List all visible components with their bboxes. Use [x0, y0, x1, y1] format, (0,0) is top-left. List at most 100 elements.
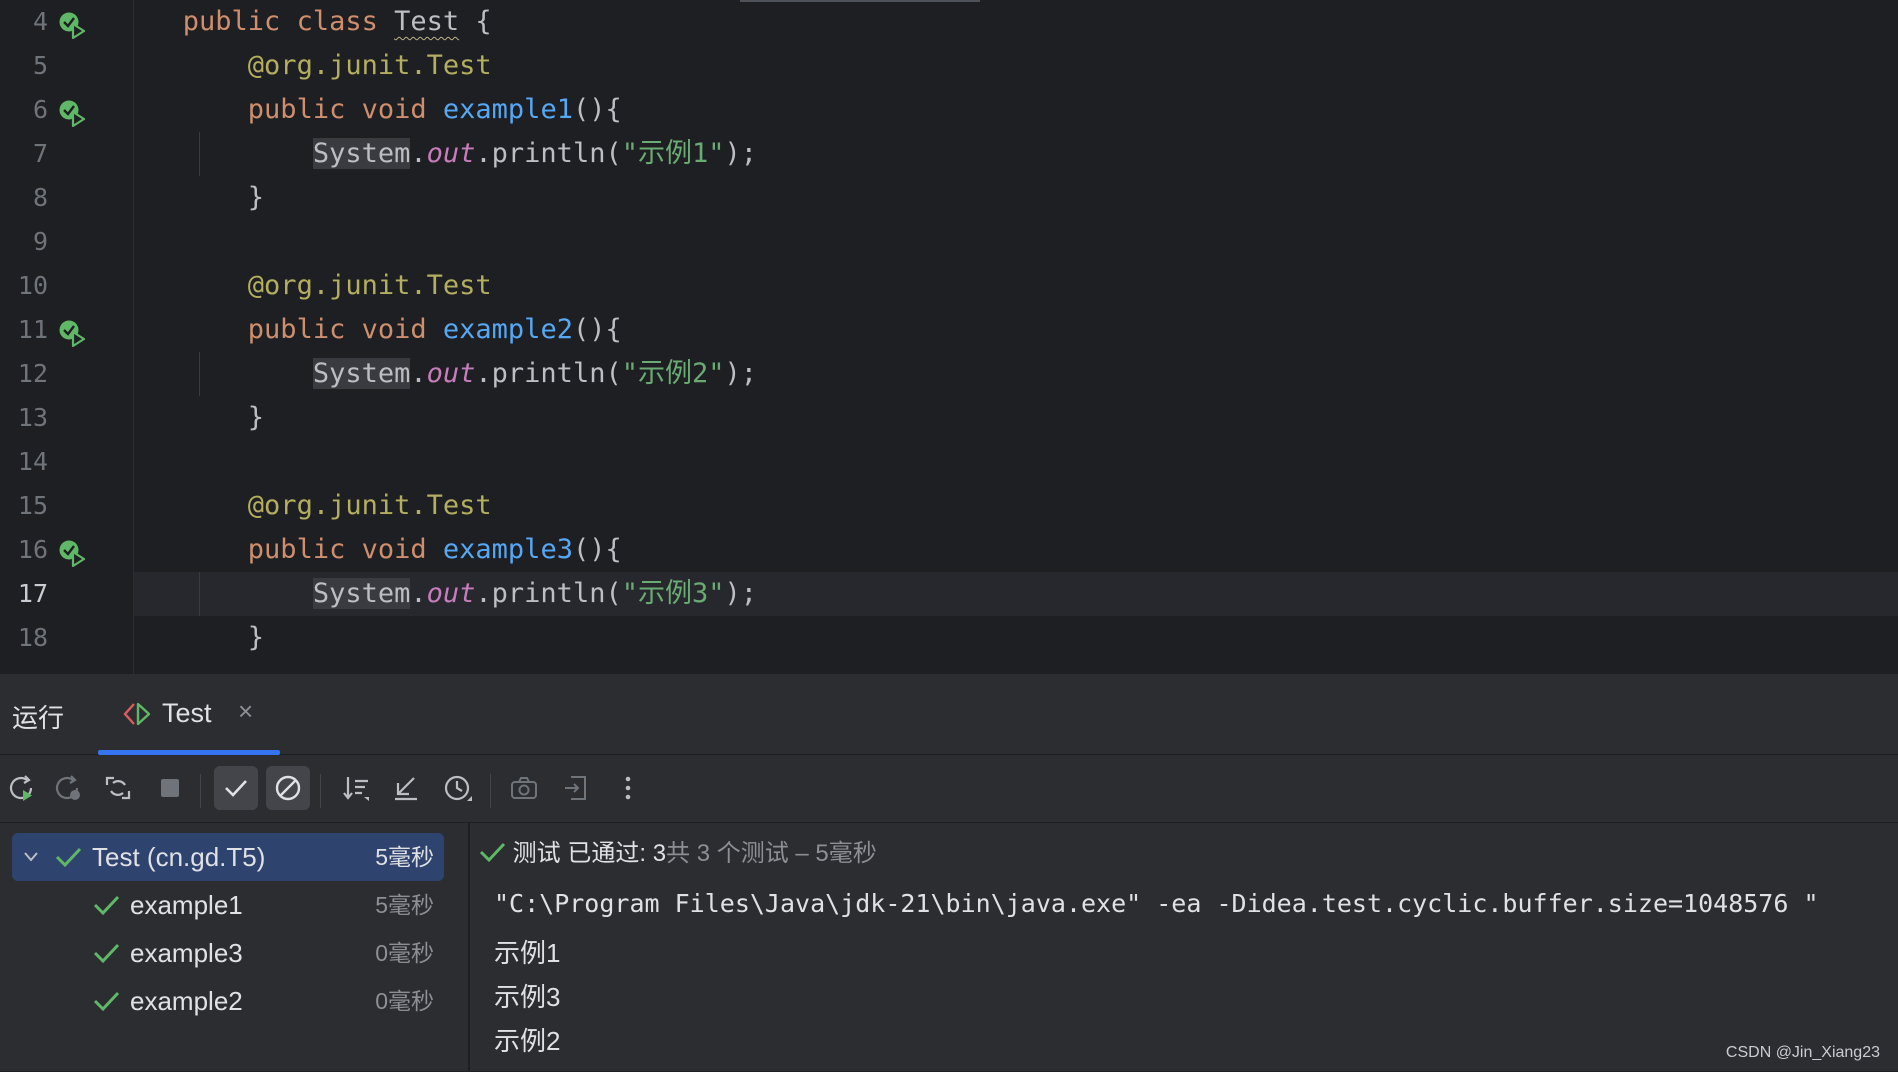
annotation-prefix: @org.junit. [247, 490, 427, 521]
run-test-gutter-icon[interactable] [58, 9, 88, 40]
class-name[interactable]: Test [394, 6, 459, 37]
test-duration: 0毫秒 [375, 940, 434, 966]
code-line-8[interactable]: } [134, 176, 1898, 220]
code-line-10[interactable]: @org.junit.Test [134, 264, 1898, 308]
show-ignored-icon[interactable] [266, 766, 310, 810]
tab-test[interactable]: Test × [98, 674, 280, 755]
code-line-7[interactable]: System.out.println("示例1"); [134, 132, 1898, 176]
test-tree-root[interactable]: Test (cn.gd.T5) 5毫秒 [12, 833, 444, 881]
code-pad [134, 490, 248, 521]
code-pad [134, 314, 248, 345]
code-pad [134, 182, 248, 213]
toggle-auto-test-icon[interactable] [96, 766, 140, 810]
line-number: 12 [17, 359, 48, 388]
code-line-9[interactable] [134, 220, 1898, 264]
show-passed-icon[interactable] [214, 766, 258, 810]
dot: . [410, 138, 427, 169]
gutter-line: 18 [0, 616, 134, 660]
test-tree[interactable]: Test (cn.gd.T5) 5毫秒 example1 5毫秒 example… [0, 823, 468, 1072]
indent-guide [199, 572, 200, 616]
active-tab-indicator [98, 750, 280, 755]
watermark: CSDN @Jin_Xiang23 [1725, 1044, 1880, 1061]
string-literal: "示例3" [621, 578, 725, 609]
keyword-public: public [247, 314, 346, 345]
rerun-failed-icon[interactable] [46, 766, 90, 810]
test-duration: 0毫秒 [375, 988, 434, 1014]
code-pad [134, 534, 248, 565]
editor-gutter: 4 5 6 7 8 9 10 11 12 13 14 15 16 17 18 [0, 0, 134, 674]
test-tree-item[interactable]: example1 5毫秒 [12, 881, 444, 929]
gutter-line: 11 [0, 308, 134, 352]
line-number: 6 [32, 95, 48, 124]
run-test-gutter-icon[interactable] [58, 537, 88, 568]
console-line: 示例2 [494, 1026, 561, 1056]
toolbar-separator [490, 774, 491, 808]
println-call: .println( [475, 138, 622, 169]
gutter-line: 16 [0, 528, 134, 572]
code-line-17[interactable]: System.out.println("示例3"); [134, 572, 1898, 616]
code-line-15[interactable]: @org.junit.Test [134, 484, 1898, 528]
code-line-16[interactable]: public void example3(){ [134, 528, 1898, 572]
console-line: 示例1 [494, 938, 561, 968]
gutter-line: 7 [0, 132, 134, 176]
system-class: System [312, 358, 411, 389]
run-toolbar [0, 756, 1898, 822]
paren-brace: (){ [572, 94, 622, 125]
annotation-name: Test [426, 490, 492, 521]
collapse-icon[interactable] [384, 766, 428, 810]
toolbar-separator [320, 774, 321, 808]
method-name[interactable]: example1 [443, 94, 573, 125]
gutter-line: 12 [0, 352, 134, 396]
code-line-4[interactable]: public class Test { [134, 0, 1898, 44]
keyword-class: class [296, 6, 378, 37]
test-tree-label: Test (cn.gd.T5) [92, 842, 266, 872]
code-editor[interactable]: 4 5 6 7 8 9 10 11 12 13 14 15 16 17 18 public class Te… [0, 0, 1898, 674]
keyword-public: public [247, 94, 346, 125]
indent-guide [199, 352, 200, 396]
code-line-5[interactable]: @org.junit.Test [134, 44, 1898, 88]
camera-icon[interactable] [502, 766, 546, 810]
close-icon[interactable]: × [238, 696, 253, 727]
code-line-12[interactable]: System.out.println("示例2"); [134, 352, 1898, 396]
line-number: 8 [32, 183, 48, 212]
test-tree-label: example1 [130, 890, 243, 920]
code-line-6[interactable]: public void example1(){ [134, 88, 1898, 132]
line-number: 17 [17, 579, 48, 608]
keyword-void: void [361, 94, 427, 125]
code-line-13[interactable]: } [134, 396, 1898, 440]
line-number: 5 [32, 51, 48, 80]
gutter-line: 5 [0, 44, 134, 88]
code-line-14[interactable] [134, 440, 1898, 484]
stop-icon[interactable] [148, 766, 192, 810]
run-test-gutter-icon[interactable] [58, 97, 88, 128]
test-history-icon[interactable] [436, 766, 480, 810]
test-tree-label: example3 [130, 938, 243, 968]
console-output[interactable]: 测试 已通过: 3共 3 个测试 – 5毫秒 "C:\Program Files… [470, 823, 1898, 1072]
test-tree-item[interactable]: example3 0毫秒 [12, 929, 444, 977]
dot: . [410, 578, 427, 609]
keyword-void: void [361, 314, 427, 345]
test-tree-label: example2 [130, 986, 243, 1016]
gutter-line: 10 [0, 264, 134, 308]
out-field: out [426, 358, 476, 389]
system-class: System [312, 138, 411, 169]
keyword-public: public [247, 534, 346, 565]
string-literal: "示例1" [621, 138, 725, 169]
sort-icon[interactable] [334, 766, 378, 810]
run-test-gutter-icon[interactable] [58, 317, 88, 348]
junit-run-icon [122, 701, 152, 732]
keyword-void: void [361, 534, 427, 565]
code-line-18[interactable]: } [134, 616, 1898, 660]
test-tree-item[interactable]: example2 0毫秒 [12, 977, 444, 1025]
string-literal: "示例2" [621, 358, 725, 389]
line-number: 9 [32, 227, 48, 256]
method-name[interactable]: example2 [443, 314, 573, 345]
export-icon[interactable] [554, 766, 598, 810]
brace-close: } [247, 622, 265, 653]
gutter-line: 13 [0, 396, 134, 440]
method-name[interactable]: example3 [443, 534, 573, 565]
gutter-line: 15 [0, 484, 134, 528]
more-options-icon[interactable] [606, 766, 650, 810]
code-line-11[interactable]: public void example2(){ [134, 308, 1898, 352]
rerun-icon[interactable] [0, 766, 44, 810]
